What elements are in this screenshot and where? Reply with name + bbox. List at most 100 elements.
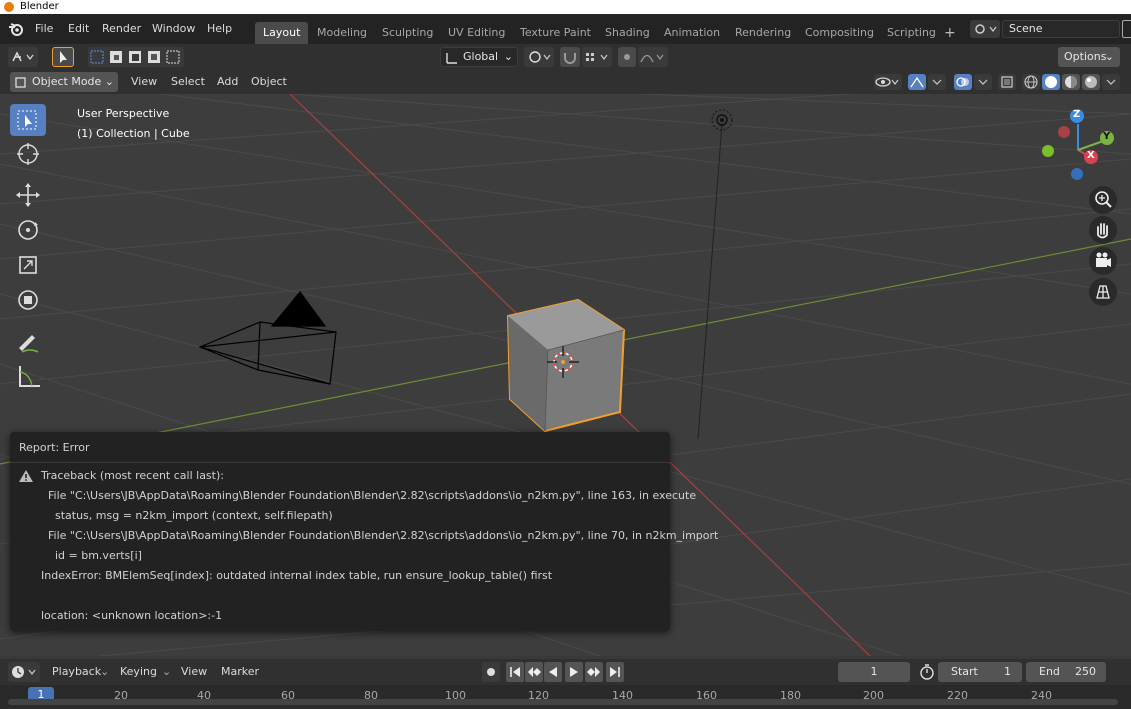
report-line: Traceback (most recent call last): (41, 469, 224, 482)
overlays-options-dropdown[interactable] (974, 74, 992, 90)
gizmo-x-label[interactable]: X (1087, 150, 1095, 161)
tab-modeling[interactable]: Modeling (309, 22, 375, 44)
camera-object (198, 291, 337, 385)
current-frame-field[interactable]: 1 (838, 662, 910, 682)
chevron-down-icon: ⌄ (100, 665, 110, 678)
shading-wireframe-button[interactable] (1022, 74, 1040, 90)
play-reverse-icon (549, 667, 557, 677)
next-keyframe-button[interactable] (585, 662, 603, 682)
timeline-ruler[interactable]: 1 20 40 60 80 100 120 140 160 180 200 22… (0, 685, 1131, 709)
report-line: status, msg = n2km_import (context, self… (41, 509, 333, 522)
new-scene-button[interactable] (1122, 20, 1131, 38)
play-reverse-button[interactable] (544, 662, 562, 682)
menu-marker[interactable]: Marker (221, 662, 259, 682)
tool-transform[interactable] (10, 284, 46, 316)
tool-annotate[interactable] (10, 326, 46, 358)
xray-toggle[interactable] (998, 74, 1016, 90)
window-title: Blender (20, 1, 59, 12)
tool-select-box[interactable] (10, 104, 46, 136)
transform-orientation-label: Global (463, 50, 499, 63)
menu-add[interactable]: Add (212, 72, 243, 92)
gizmo-options-dropdown[interactable] (928, 74, 946, 90)
menu-render[interactable]: Render (102, 14, 141, 44)
snap-toggle[interactable] (560, 47, 580, 67)
clock-icon (12, 666, 36, 678)
menu-timeline-view[interactable]: View (181, 662, 207, 682)
scale-icon (19, 256, 37, 274)
shading-options-dropdown[interactable] (1102, 74, 1120, 90)
tool-rotate[interactable] (10, 214, 46, 246)
tab-rendering[interactable]: Rendering (727, 22, 799, 44)
jump-end-button[interactable] (606, 662, 624, 682)
start-frame-value: 1 (1004, 665, 1011, 678)
tab-shading[interactable]: Shading (597, 22, 658, 44)
pivot-point-button[interactable] (524, 47, 554, 67)
select-box-icon (17, 110, 37, 130)
timeline-scrollbar[interactable] (8, 699, 1118, 705)
rotate-icon (18, 220, 38, 240)
scene-selector-button[interactable] (970, 20, 1000, 38)
chevron-down-icon: ⌄ (1104, 50, 1114, 63)
menu-view[interactable]: View (126, 72, 162, 92)
add-workspace-button[interactable]: + (944, 22, 956, 44)
record-button[interactable] (482, 662, 500, 682)
selection-mode-group[interactable] (88, 47, 184, 67)
tab-uv-editing[interactable]: UV Editing (440, 22, 513, 44)
tool-move[interactable] (10, 179, 46, 211)
editor-type-icon (12, 51, 34, 62)
zoom-button[interactable] (1089, 186, 1117, 214)
tab-texture-paint[interactable]: Texture Paint (512, 22, 599, 44)
tab-layout[interactable]: Layout (255, 22, 309, 44)
menu-select[interactable]: Select (166, 72, 210, 92)
menu-file[interactable]: File (35, 14, 53, 44)
gizmo-z-label[interactable]: Z (1073, 109, 1080, 120)
tab-compositing[interactable]: Compositing (797, 22, 882, 44)
tool-cursor[interactable] (10, 138, 46, 170)
menu-edit[interactable]: Edit (68, 14, 89, 44)
select-tool-button[interactable] (52, 47, 74, 67)
shading-material-button[interactable] (1062, 74, 1080, 90)
menu-playback[interactable]: Playback (52, 662, 101, 682)
start-frame-field[interactable]: Start 1 (938, 662, 1022, 682)
menu-help[interactable]: Help (207, 14, 232, 44)
gizmo-toggle[interactable] (908, 74, 926, 90)
camera-view-button[interactable] (1089, 247, 1117, 275)
end-frame-field[interactable]: End 250 (1026, 662, 1106, 682)
visibility-dropdown[interactable] (874, 74, 902, 90)
tool-measure[interactable] (10, 360, 46, 392)
wireframe-sphere-icon (1024, 75, 1038, 89)
options-dropdown[interactable]: Options ⌄ (1058, 47, 1120, 67)
scene-name-field[interactable]: Scene (1002, 20, 1120, 38)
shading-solid-button[interactable] (1042, 74, 1060, 90)
editor-type-button[interactable] (8, 47, 38, 67)
overlays-toggle[interactable] (954, 74, 972, 90)
report-divider (10, 462, 670, 463)
timeline-editor-type-button[interactable] (8, 662, 40, 682)
menu-object[interactable]: Object (246, 72, 292, 92)
falloff-button[interactable] (638, 47, 668, 67)
shading-rendered-button[interactable] (1082, 74, 1100, 90)
tab-animation[interactable]: Animation (656, 22, 728, 44)
tool-scale[interactable] (10, 249, 46, 281)
snap-target-button[interactable] (582, 47, 612, 67)
tab-sculpting[interactable]: Sculpting (374, 22, 441, 44)
gizmo-icon (910, 76, 924, 88)
play-icon (570, 667, 578, 677)
proportional-edit-toggle[interactable] (618, 47, 636, 67)
prev-keyframe-button[interactable] (525, 662, 543, 682)
perspective-toggle-button[interactable] (1089, 278, 1117, 306)
gizmo-y-label[interactable]: Y (1103, 131, 1110, 142)
play-button[interactable] (565, 662, 583, 682)
tab-scripting[interactable]: Scripting (879, 22, 944, 44)
stopwatch-icon[interactable] (919, 664, 935, 680)
menu-window[interactable]: Window (152, 14, 195, 44)
menu-keying[interactable]: Keying (120, 662, 157, 682)
error-report-popup: Report: Error Traceback (most recent cal… (10, 432, 718, 631)
perspective-label: User Perspective (77, 107, 170, 120)
report-line: File "C:\Users\JB\AppData\Roaming\Blende… (41, 529, 719, 542)
blender-logo-icon[interactable] (8, 21, 24, 37)
object-mode-dropdown[interactable]: Object Mode ⌄ (10, 72, 118, 92)
pan-button[interactable] (1089, 216, 1117, 244)
jump-start-button[interactable] (506, 662, 524, 682)
transform-orientation-dropdown[interactable]: Global ⌄ (440, 47, 518, 67)
